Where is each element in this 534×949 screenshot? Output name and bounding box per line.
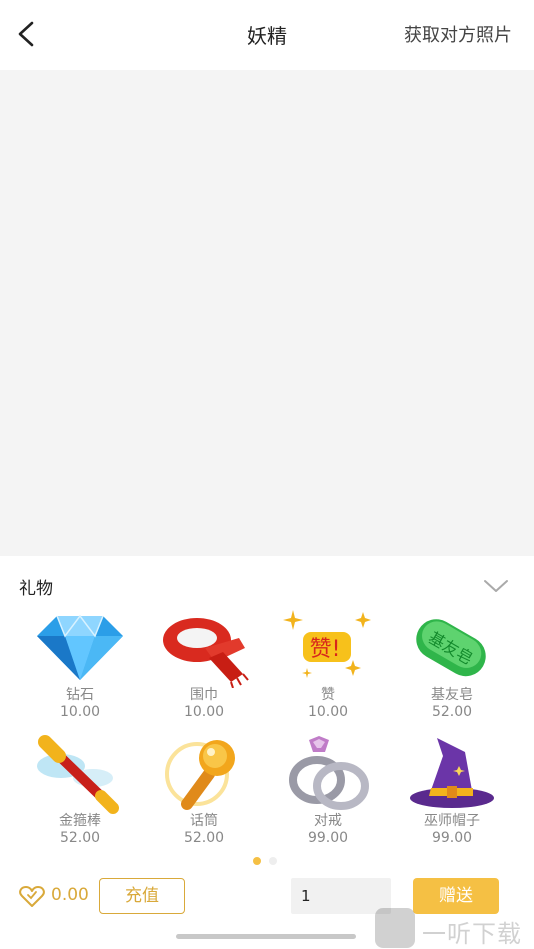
- microphone-icon: [165, 740, 235, 810]
- gift-name: 巫师帽子: [424, 813, 480, 829]
- gift-item[interactable]: 金箍棒 52.00: [18, 734, 142, 856]
- soap-icon: 基友皂: [416, 619, 486, 677]
- gift-name: 围巾: [190, 687, 218, 703]
- gift-price: 10.00: [59, 704, 101, 720]
- gift-name: 话筒: [190, 813, 218, 829]
- like-sparkle-icon: 赞!: [283, 610, 371, 678]
- header-bar: 妖精 获取对方照片: [0, 0, 534, 70]
- watermark-text: 一听下载: [422, 920, 522, 948]
- diamond-icon: [37, 614, 123, 680]
- photo-area: [0, 70, 534, 556]
- page-dot-active: [253, 857, 261, 865]
- gift-item[interactable]: 对戒 99.00: [266, 734, 390, 856]
- wizard-hat-icon: [410, 738, 494, 808]
- recharge-button[interactable]: 充值: [99, 878, 185, 914]
- gift-price: 10.00: [183, 704, 225, 720]
- gift-name: 赞: [321, 687, 335, 703]
- watermark-badge: [375, 908, 415, 948]
- gift-name: 对戒: [314, 813, 342, 829]
- gift-name: 金箍棒: [59, 813, 101, 829]
- rings-icon: [289, 736, 369, 810]
- gift-panel: 礼物 钻石 10.00 围巾 10.00 赞! 赞 10.00 基友皂 基友皂 …: [0, 556, 534, 949]
- home-indicator[interactable]: [176, 934, 356, 939]
- gift-price: 52.00: [431, 704, 473, 720]
- page-indicator: [253, 857, 283, 865]
- gift-item[interactable]: 基友皂 基友皂 52.00: [390, 608, 514, 730]
- gift-screen: 妖精 获取对方照片 礼物 钻石 10.00 围巾 10.00 赞! 赞 10.0…: [0, 0, 534, 949]
- gift-item[interactable]: 话筒 52.00: [142, 734, 266, 856]
- gift-price: 52.00: [59, 830, 101, 846]
- heart-icon: [19, 886, 45, 907]
- gift-item[interactable]: 围巾 10.00: [142, 608, 266, 730]
- golden-staff-icon: [37, 735, 119, 814]
- svg-text:赞!: 赞!: [310, 637, 341, 662]
- send-gift-button[interactable]: 赠送: [413, 878, 499, 914]
- page-dot: [269, 857, 277, 865]
- gift-name: 钻石: [66, 687, 94, 703]
- gift-price: 52.00: [183, 830, 225, 846]
- gift-item[interactable]: 赞! 赞 10.00: [266, 608, 390, 730]
- gift-panel-title: 礼物: [19, 579, 53, 599]
- gift-item[interactable]: 巫师帽子 99.00: [390, 734, 514, 856]
- gift-price: 99.00: [307, 830, 349, 846]
- gift-price: 99.00: [431, 830, 473, 846]
- gift-item[interactable]: 钻石 10.00: [18, 608, 142, 730]
- chevron-down-icon[interactable]: [482, 578, 510, 594]
- gift-price: 10.00: [307, 704, 349, 720]
- balance-value: 0.00: [51, 885, 89, 905]
- get-photo-button[interactable]: 获取对方照片: [404, 21, 512, 47]
- gift-name: 基友皂: [431, 687, 473, 703]
- quantity-input[interactable]: [291, 878, 391, 914]
- scarf-icon: [163, 618, 249, 688]
